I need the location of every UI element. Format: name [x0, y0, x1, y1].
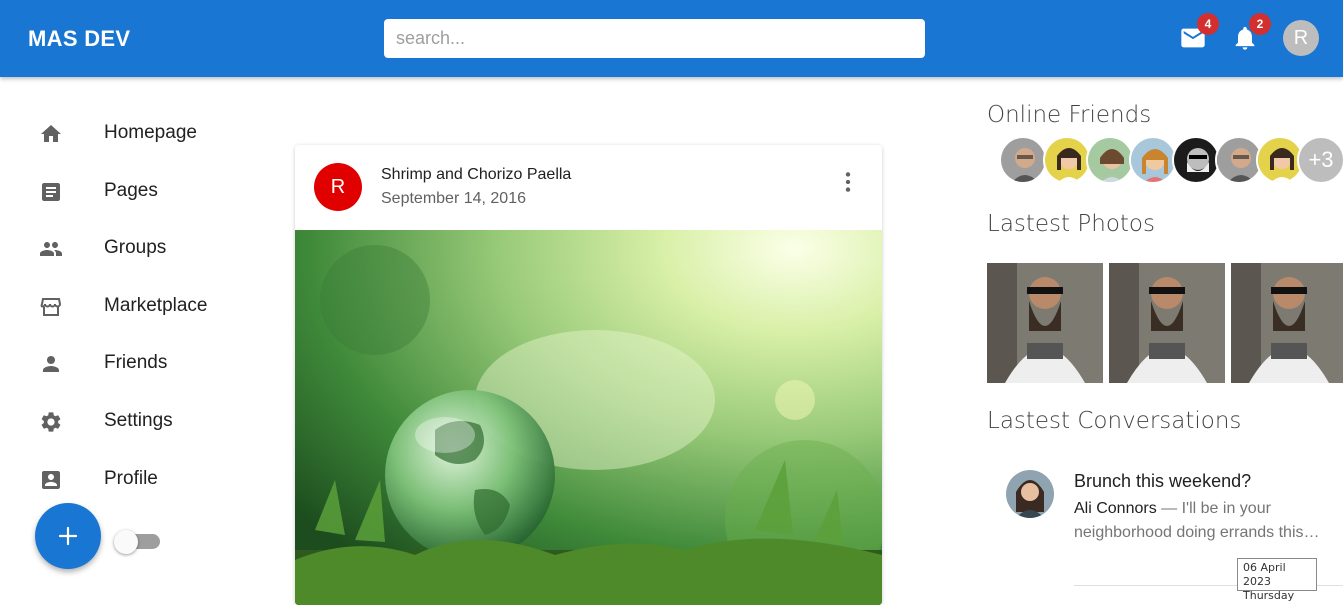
photo-thumbnail[interactable] — [1231, 263, 1343, 383]
user-avatar[interactable]: R — [1283, 20, 1319, 56]
photo-thumbnail[interactable] — [1109, 263, 1225, 383]
sidebar-item-groups[interactable]: Groups — [0, 225, 260, 273]
online-friends-title: Online Friends — [987, 102, 1152, 128]
sidebar-item-label: Profile — [104, 468, 158, 489]
person-icon — [43, 356, 59, 372]
mail-button[interactable]: 4 — [1179, 13, 1219, 54]
more-friends-count[interactable]: +3 — [1297, 136, 1343, 184]
gear-icon — [41, 412, 61, 432]
post-image[interactable] — [295, 230, 882, 605]
sidebar-item-label: Pages — [104, 180, 158, 201]
conversation-avatar — [1006, 470, 1054, 518]
friend-avatar[interactable] — [999, 136, 1047, 184]
sidebar-item-settings[interactable]: Settings — [0, 398, 260, 446]
sidebar-item-homepage[interactable]: Homepage — [0, 110, 260, 158]
sidebar-item-profile[interactable]: Profile — [0, 456, 260, 504]
conversation-preview: Ali Connors — I'll be in your neighborho… — [1074, 497, 1324, 545]
theme-toggle[interactable] — [114, 529, 160, 554]
sidebar-item-label: Groups — [104, 237, 167, 258]
sidebar-item-label: Friends — [104, 352, 168, 373]
friend-avatar[interactable] — [1129, 136, 1177, 184]
brand-title[interactable]: MAS DEV — [28, 26, 130, 52]
conversation-sender: Ali Connors — [1074, 500, 1157, 517]
more-vert-icon[interactable] — [835, 169, 861, 195]
post-title: Shrimp and Chorizo Paella — [381, 166, 572, 183]
store-icon — [40, 298, 62, 316]
photo-thumbnail[interactable] — [987, 263, 1103, 383]
search-input[interactable] — [384, 19, 925, 58]
post-card: R Shrimp and Chorizo Paella September 14… — [295, 145, 882, 605]
plus-icon — [58, 526, 78, 546]
sidebar-item-friends[interactable]: Friends — [0, 340, 260, 388]
latest-photos-title: Lastest Photos — [987, 211, 1155, 237]
friend-avatar[interactable] — [1172, 136, 1220, 184]
people-icon — [40, 242, 62, 256]
article-icon — [42, 183, 60, 201]
home-icon — [41, 125, 61, 142]
post-avatar: R — [314, 163, 362, 211]
sidebar-item-label: Settings — [104, 410, 173, 431]
date-text: 06 April 2023 — [1243, 561, 1286, 588]
notifications-badge: 2 — [1249, 13, 1271, 35]
latest-conversations-title: Lastest Conversations — [987, 408, 1242, 434]
toggle-thumb — [114, 530, 138, 554]
sidebar-item-label: Marketplace — [104, 295, 208, 316]
add-button[interactable] — [35, 503, 101, 569]
notifications-button[interactable]: 2 — [1231, 13, 1271, 54]
conversation-title: Brunch this weekend? — [1074, 471, 1252, 491]
post-date: September 14, 2016 — [381, 190, 526, 207]
day-text: Thursday — [1243, 589, 1295, 602]
friend-avatar[interactable] — [1043, 136, 1091, 184]
sidebar-item-pages[interactable]: Pages — [0, 168, 260, 216]
sidebar-item-label: Homepage — [104, 122, 197, 143]
mail-badge: 4 — [1197, 13, 1219, 35]
friend-avatar[interactable] — [1086, 136, 1134, 184]
date-tooltip: 06 April 2023 Thursday — [1237, 558, 1317, 602]
app-bar: MAS DEV 4 2 R — [0, 0, 1343, 77]
sidebar-item-marketplace[interactable]: Marketplace — [0, 283, 260, 331]
account-box-icon — [42, 471, 60, 489]
